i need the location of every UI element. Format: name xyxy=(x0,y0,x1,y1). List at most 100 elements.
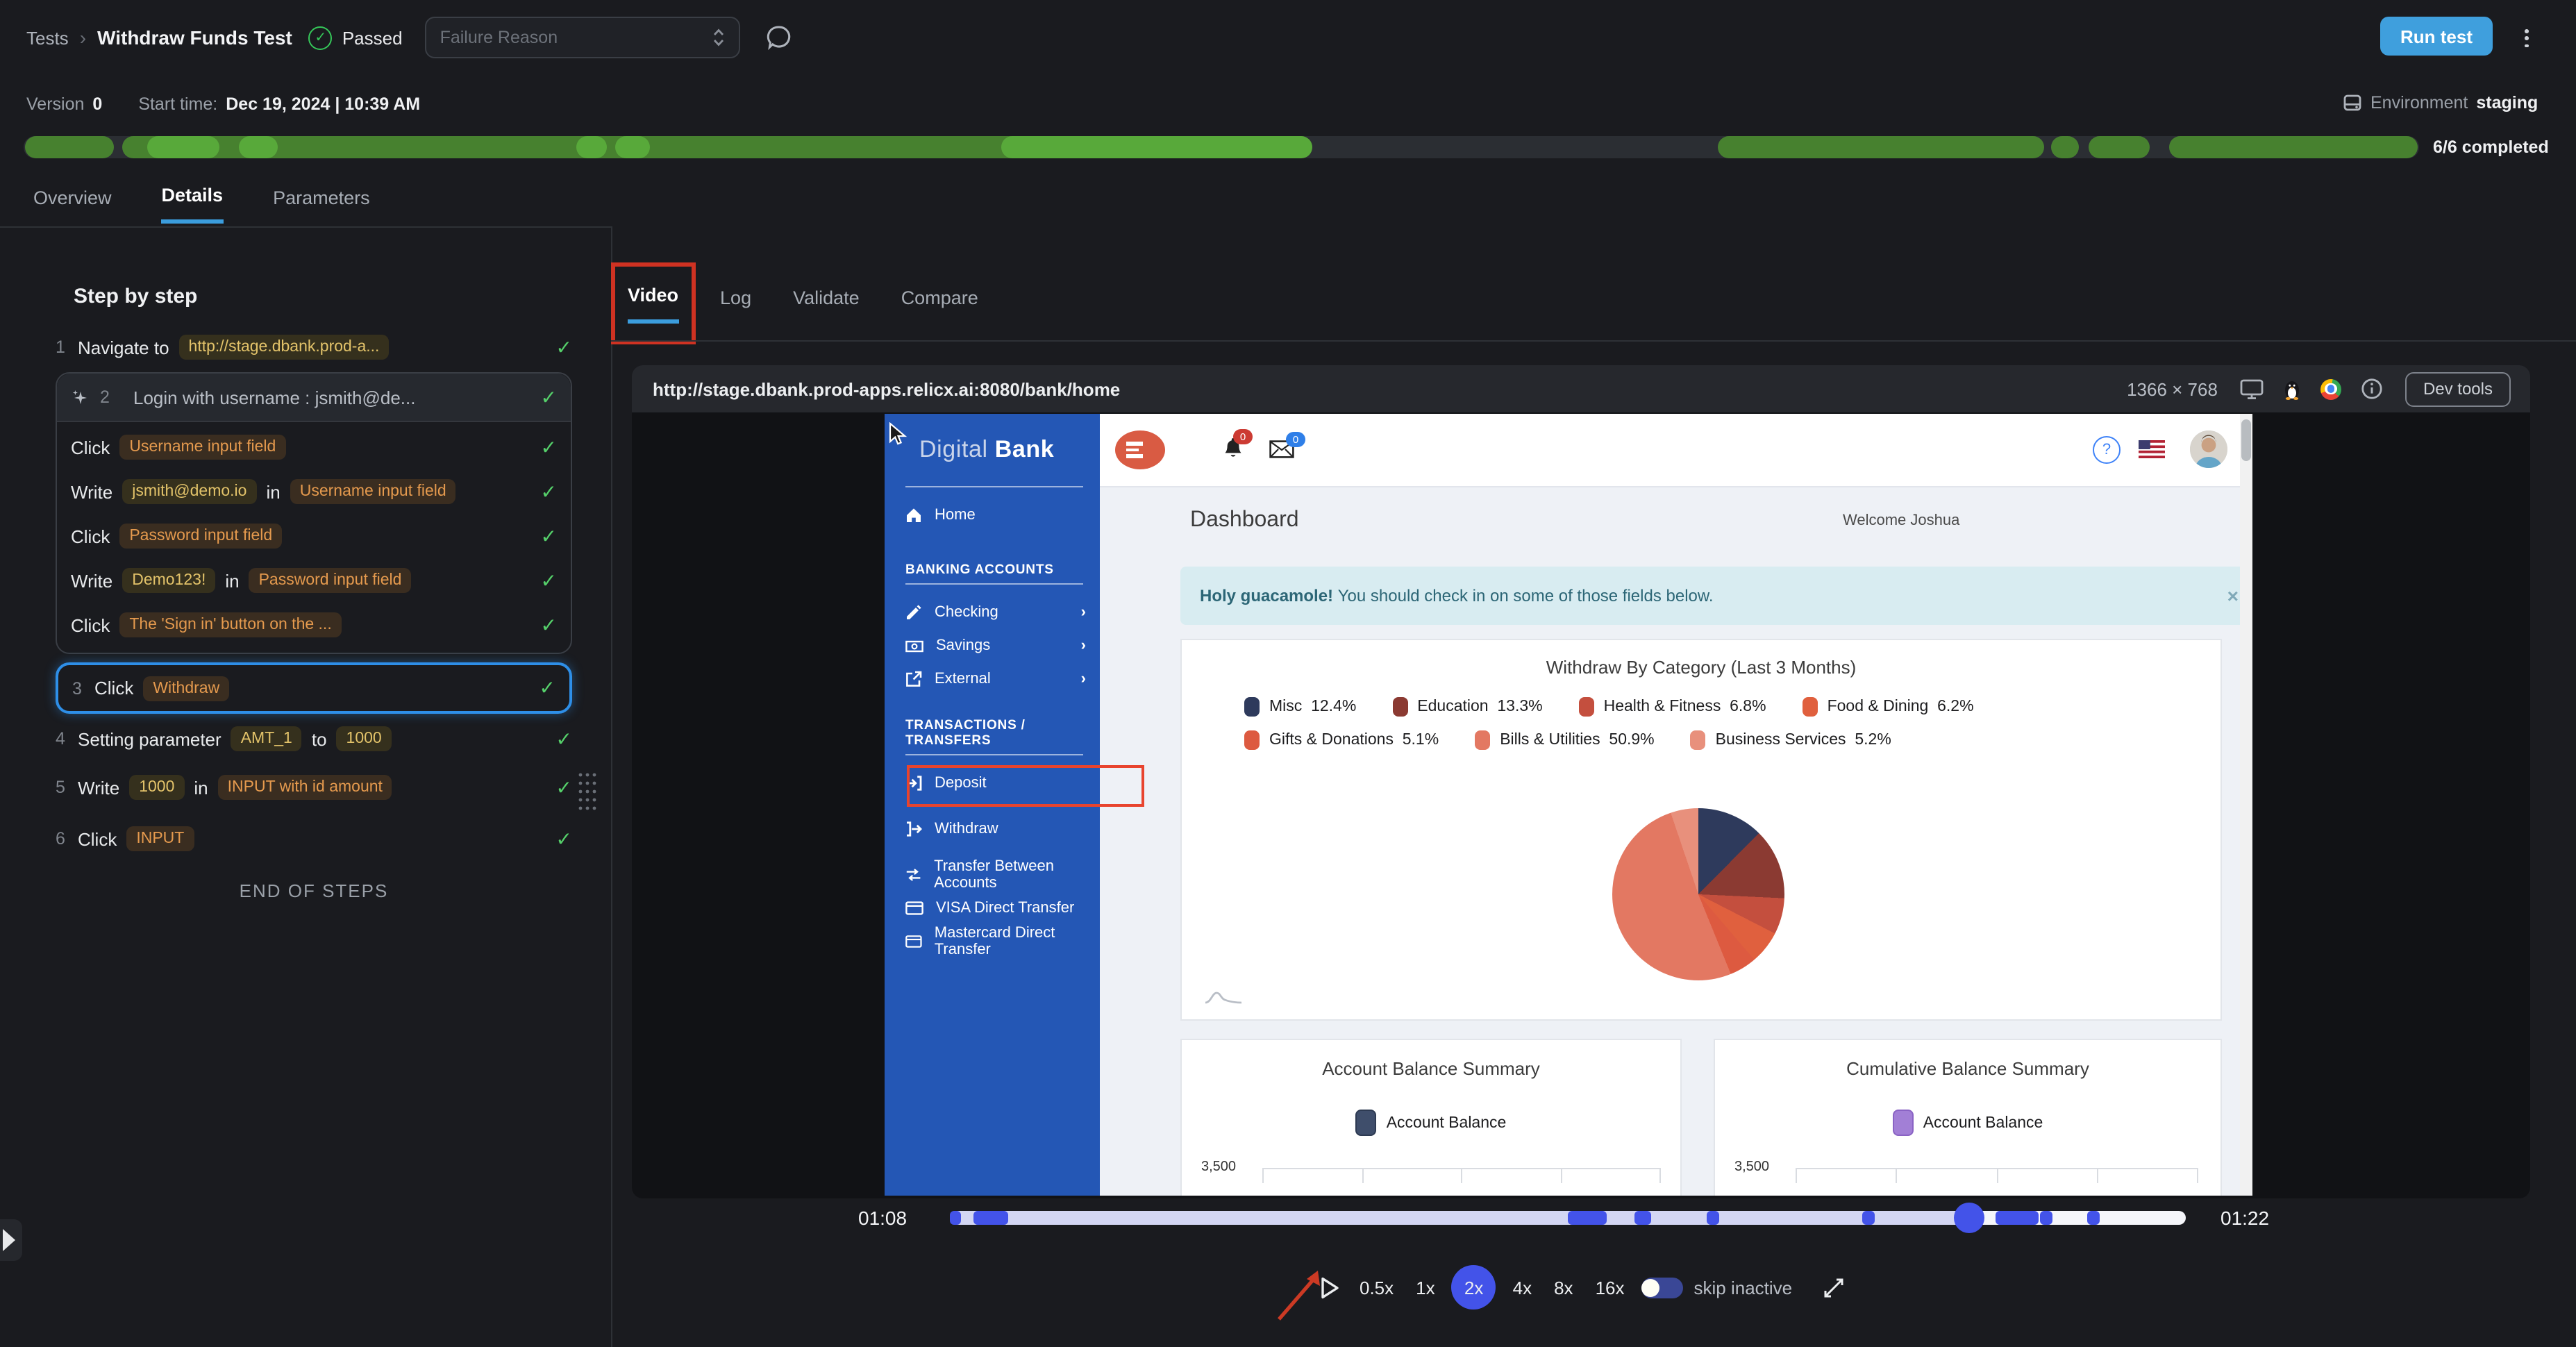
step-target-chip[interactable]: Username input field xyxy=(290,479,456,504)
speed-2x-active[interactable]: 2x xyxy=(1451,1265,1496,1310)
run-progress-bar[interactable] xyxy=(24,136,2419,158)
step-value-chip[interactable]: 1000 xyxy=(129,775,185,800)
step-row-6[interactable]: 6 Click INPUT ✓ xyxy=(56,817,572,861)
tab-log[interactable]: Log xyxy=(720,287,751,321)
scrollbar-thumb[interactable] xyxy=(2241,419,2251,461)
devtools-button[interactable]: Dev tools xyxy=(2404,371,2511,406)
video-timeline[interactable] xyxy=(950,1203,2186,1233)
us-flag-icon[interactable] xyxy=(2139,440,2165,458)
info-icon[interactable] xyxy=(2361,378,2383,400)
sidebar-item-home[interactable]: Home xyxy=(885,499,1100,532)
skip-inactive-label: skip inactive xyxy=(1693,1277,1793,1298)
tab-validate[interactable]: Validate xyxy=(793,287,860,321)
legend-swatch xyxy=(1392,697,1408,717)
chevron-right-icon: › xyxy=(1080,604,1086,621)
skip-inactive-toggle[interactable] xyxy=(1641,1277,1683,1298)
sidebar-item-transfer[interactable]: Transfer Between Accounts xyxy=(885,858,1100,892)
step-row-1[interactable]: 1 Navigate to http://stage.dbank.prod-a.… xyxy=(56,325,572,369)
alert-close-icon[interactable]: × xyxy=(2227,585,2239,607)
sidebar-item-savings[interactable]: Savings › xyxy=(885,629,1100,662)
bell-badge: 0 xyxy=(1233,429,1253,444)
step-group-header[interactable]: 2 Login with username : jsmith@de... ✓ xyxy=(57,374,571,422)
pie-legend-row-2: Gifts & Donations 5.1% Bills & Utilities… xyxy=(1244,730,2220,750)
step-check-icon: ✓ xyxy=(555,335,572,358)
step-row-click-signin[interactable]: Click The 'Sign in' button on the ... ✓ xyxy=(71,603,557,647)
chrome-icon xyxy=(2320,378,2341,399)
step-check-icon: ✓ xyxy=(540,569,557,591)
step-value-chip[interactable]: Demo123! xyxy=(122,568,216,593)
step-target-chip[interactable]: INPUT xyxy=(126,826,194,851)
select-arrows-icon xyxy=(713,28,724,47)
step-row-write-username[interactable]: Write jsmith@demo.io in Username input f… xyxy=(71,469,557,514)
sidebar-item-checking[interactable]: Checking › xyxy=(885,596,1100,629)
panel-expand-handle[interactable] xyxy=(0,1219,22,1261)
fullscreen-icon[interactable] xyxy=(1823,1277,1843,1298)
sidebar-item-withdraw[interactable]: Withdraw xyxy=(885,812,1100,846)
step-check-icon: ✓ xyxy=(539,676,555,698)
speed-8x[interactable]: 8x xyxy=(1554,1277,1573,1298)
tab-details[interactable]: Details xyxy=(161,185,224,224)
speed-1x[interactable]: 1x xyxy=(1416,1277,1435,1298)
step-row-4[interactable]: 4 Setting parameter AMT_1 to 1000 ✓ xyxy=(56,717,572,761)
sidebar-item-visa[interactable]: VISA Direct Transfer xyxy=(885,892,1100,925)
step-group-label: Login with username : jsmith@de... xyxy=(133,387,416,408)
balance-legend-label: Account Balance xyxy=(1923,1114,2043,1131)
breadcrumb-tests[interactable]: Tests xyxy=(26,27,69,48)
timeline-playhead[interactable] xyxy=(1954,1203,1984,1233)
avatar[interactable] xyxy=(2190,430,2227,468)
resize-handle-icon[interactable] xyxy=(578,772,597,811)
speed-16x[interactable]: 16x xyxy=(1596,1277,1625,1298)
help-button[interactable]: ? xyxy=(2093,436,2121,464)
step-number: 3 xyxy=(72,678,82,698)
chevron-right-icon: › xyxy=(1080,637,1086,654)
step-target-chip[interactable]: The 'Sign in' button on the ... xyxy=(119,612,342,637)
tab-video[interactable]: Video xyxy=(628,285,679,324)
messages-mail[interactable]: 0 xyxy=(1269,432,1305,465)
main-tabs: Overview Details Parameters xyxy=(33,185,370,224)
step-target-chip[interactable]: Password input field xyxy=(249,568,412,593)
run-test-button[interactable]: Run test xyxy=(2380,17,2493,56)
step-target-chip[interactable]: Withdraw xyxy=(143,676,230,701)
welcome-text: Welcome Joshua xyxy=(1843,512,1960,529)
speed-4x[interactable]: 4x xyxy=(1513,1277,1532,1298)
legend-swatch xyxy=(1690,730,1706,750)
panel-divider[interactable] xyxy=(611,226,612,1347)
video-url: http://stage.dbank.prod-apps.relicx.ai:8… xyxy=(653,378,1121,399)
mail-badge: 0 xyxy=(1286,432,1305,447)
failure-reason-select[interactable]: Failure Reason xyxy=(424,17,740,58)
step-value-chip[interactable]: jsmith@demo.io xyxy=(122,479,257,504)
page-title: Withdraw Funds Test xyxy=(97,26,292,49)
steps-panel-title: Step by step xyxy=(74,285,198,308)
step-row-click-password[interactable]: Click Password input field ✓ xyxy=(71,514,557,558)
environment-value: staging xyxy=(2476,93,2539,112)
step-value-chip[interactable]: http://stage.dbank.prod-a... xyxy=(178,335,390,360)
step-row-3-selected[interactable]: 3 Click Withdraw ✓ xyxy=(56,662,572,714)
pie-chart-card: Withdraw By Category (Last 3 Months) Mis… xyxy=(1180,639,2222,1021)
step-param-chip[interactable]: AMT_1 xyxy=(231,726,302,751)
chart-grid xyxy=(1262,1168,1661,1183)
step-row-write-password[interactable]: Write Demo123! in Password input field ✓ xyxy=(71,558,557,603)
environment-info: Environment staging xyxy=(2343,89,2538,117)
cumulative-balance-card: Cumulative Balance Summary Account Balan… xyxy=(1714,1039,2222,1196)
step-row-5[interactable]: 5 Write 1000 in INPUT with id amount ✓ xyxy=(56,765,572,810)
step-action: Write xyxy=(71,481,113,502)
bank-scrollbar[interactable] xyxy=(2240,414,2252,1196)
step-value-chip[interactable]: 1000 xyxy=(336,726,392,751)
legend-swatch xyxy=(1578,697,1594,717)
sidebar-toggle-button[interactable] xyxy=(1115,430,1165,469)
sidebar-item-mastercard[interactable]: Mastercard Direct Transfer xyxy=(885,925,1100,958)
monitor-icon xyxy=(2240,378,2264,399)
tab-overview[interactable]: Overview xyxy=(33,187,112,221)
speed-0-5x[interactable]: 0.5x xyxy=(1360,1277,1394,1298)
step-target-chip[interactable]: Password input field xyxy=(119,524,283,549)
tab-parameters[interactable]: Parameters xyxy=(273,187,370,221)
step-row-click-username[interactable]: Click Username input field ✓ xyxy=(71,425,557,469)
sidebar-item-external[interactable]: External › xyxy=(885,662,1100,696)
comment-icon[interactable] xyxy=(765,24,793,51)
step-target-chip[interactable]: INPUT with id amount xyxy=(217,775,392,800)
notifications-bell[interactable]: 0 xyxy=(1222,429,1253,468)
step-number: 1 xyxy=(56,337,65,357)
tab-compare[interactable]: Compare xyxy=(901,287,978,321)
step-target-chip[interactable]: Username input field xyxy=(119,435,286,460)
more-options-icon[interactable] xyxy=(2519,24,2534,53)
